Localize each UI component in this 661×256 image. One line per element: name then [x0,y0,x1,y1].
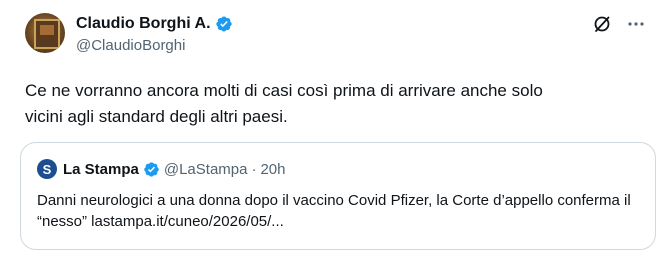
avatar-image [34,19,60,49]
slash-circle-icon [594,16,610,32]
verified-badge-icon [144,161,159,177]
author-handle[interactable]: @ClaudioBorghi [76,37,185,54]
quoted-tweet-card[interactable]: S La Stampa @LaStampa · 20h Danni neurol… [20,142,656,250]
verified-badge-icon [215,16,232,32]
tweet-actions [591,13,647,35]
author-display-name[interactable]: Claudio Borghi A. [76,15,211,33]
separator-dot: · [251,160,257,178]
quoted-tweet-header: S La Stampa @LaStampa · 20h [37,159,286,179]
quoted-timestamp[interactable]: 20h [260,161,285,178]
author-avatar[interactable] [25,13,65,53]
grok-button[interactable] [591,13,613,35]
author-name-row: Claudio Borghi A. [76,13,233,35]
quoted-tweet-text: Danni neurologici a una donna dopo il va… [37,192,631,230]
quoted-author-avatar[interactable]: S [37,159,57,179]
quoted-author-name[interactable]: La Stampa [63,161,139,178]
quoted-author-handle[interactable]: @LaStampa [164,161,248,178]
more-dots-icon [628,22,644,26]
tweet-text: Ce ne vorranno ancora molti di casi così… [25,81,543,126]
more-options-button[interactable] [625,13,647,35]
